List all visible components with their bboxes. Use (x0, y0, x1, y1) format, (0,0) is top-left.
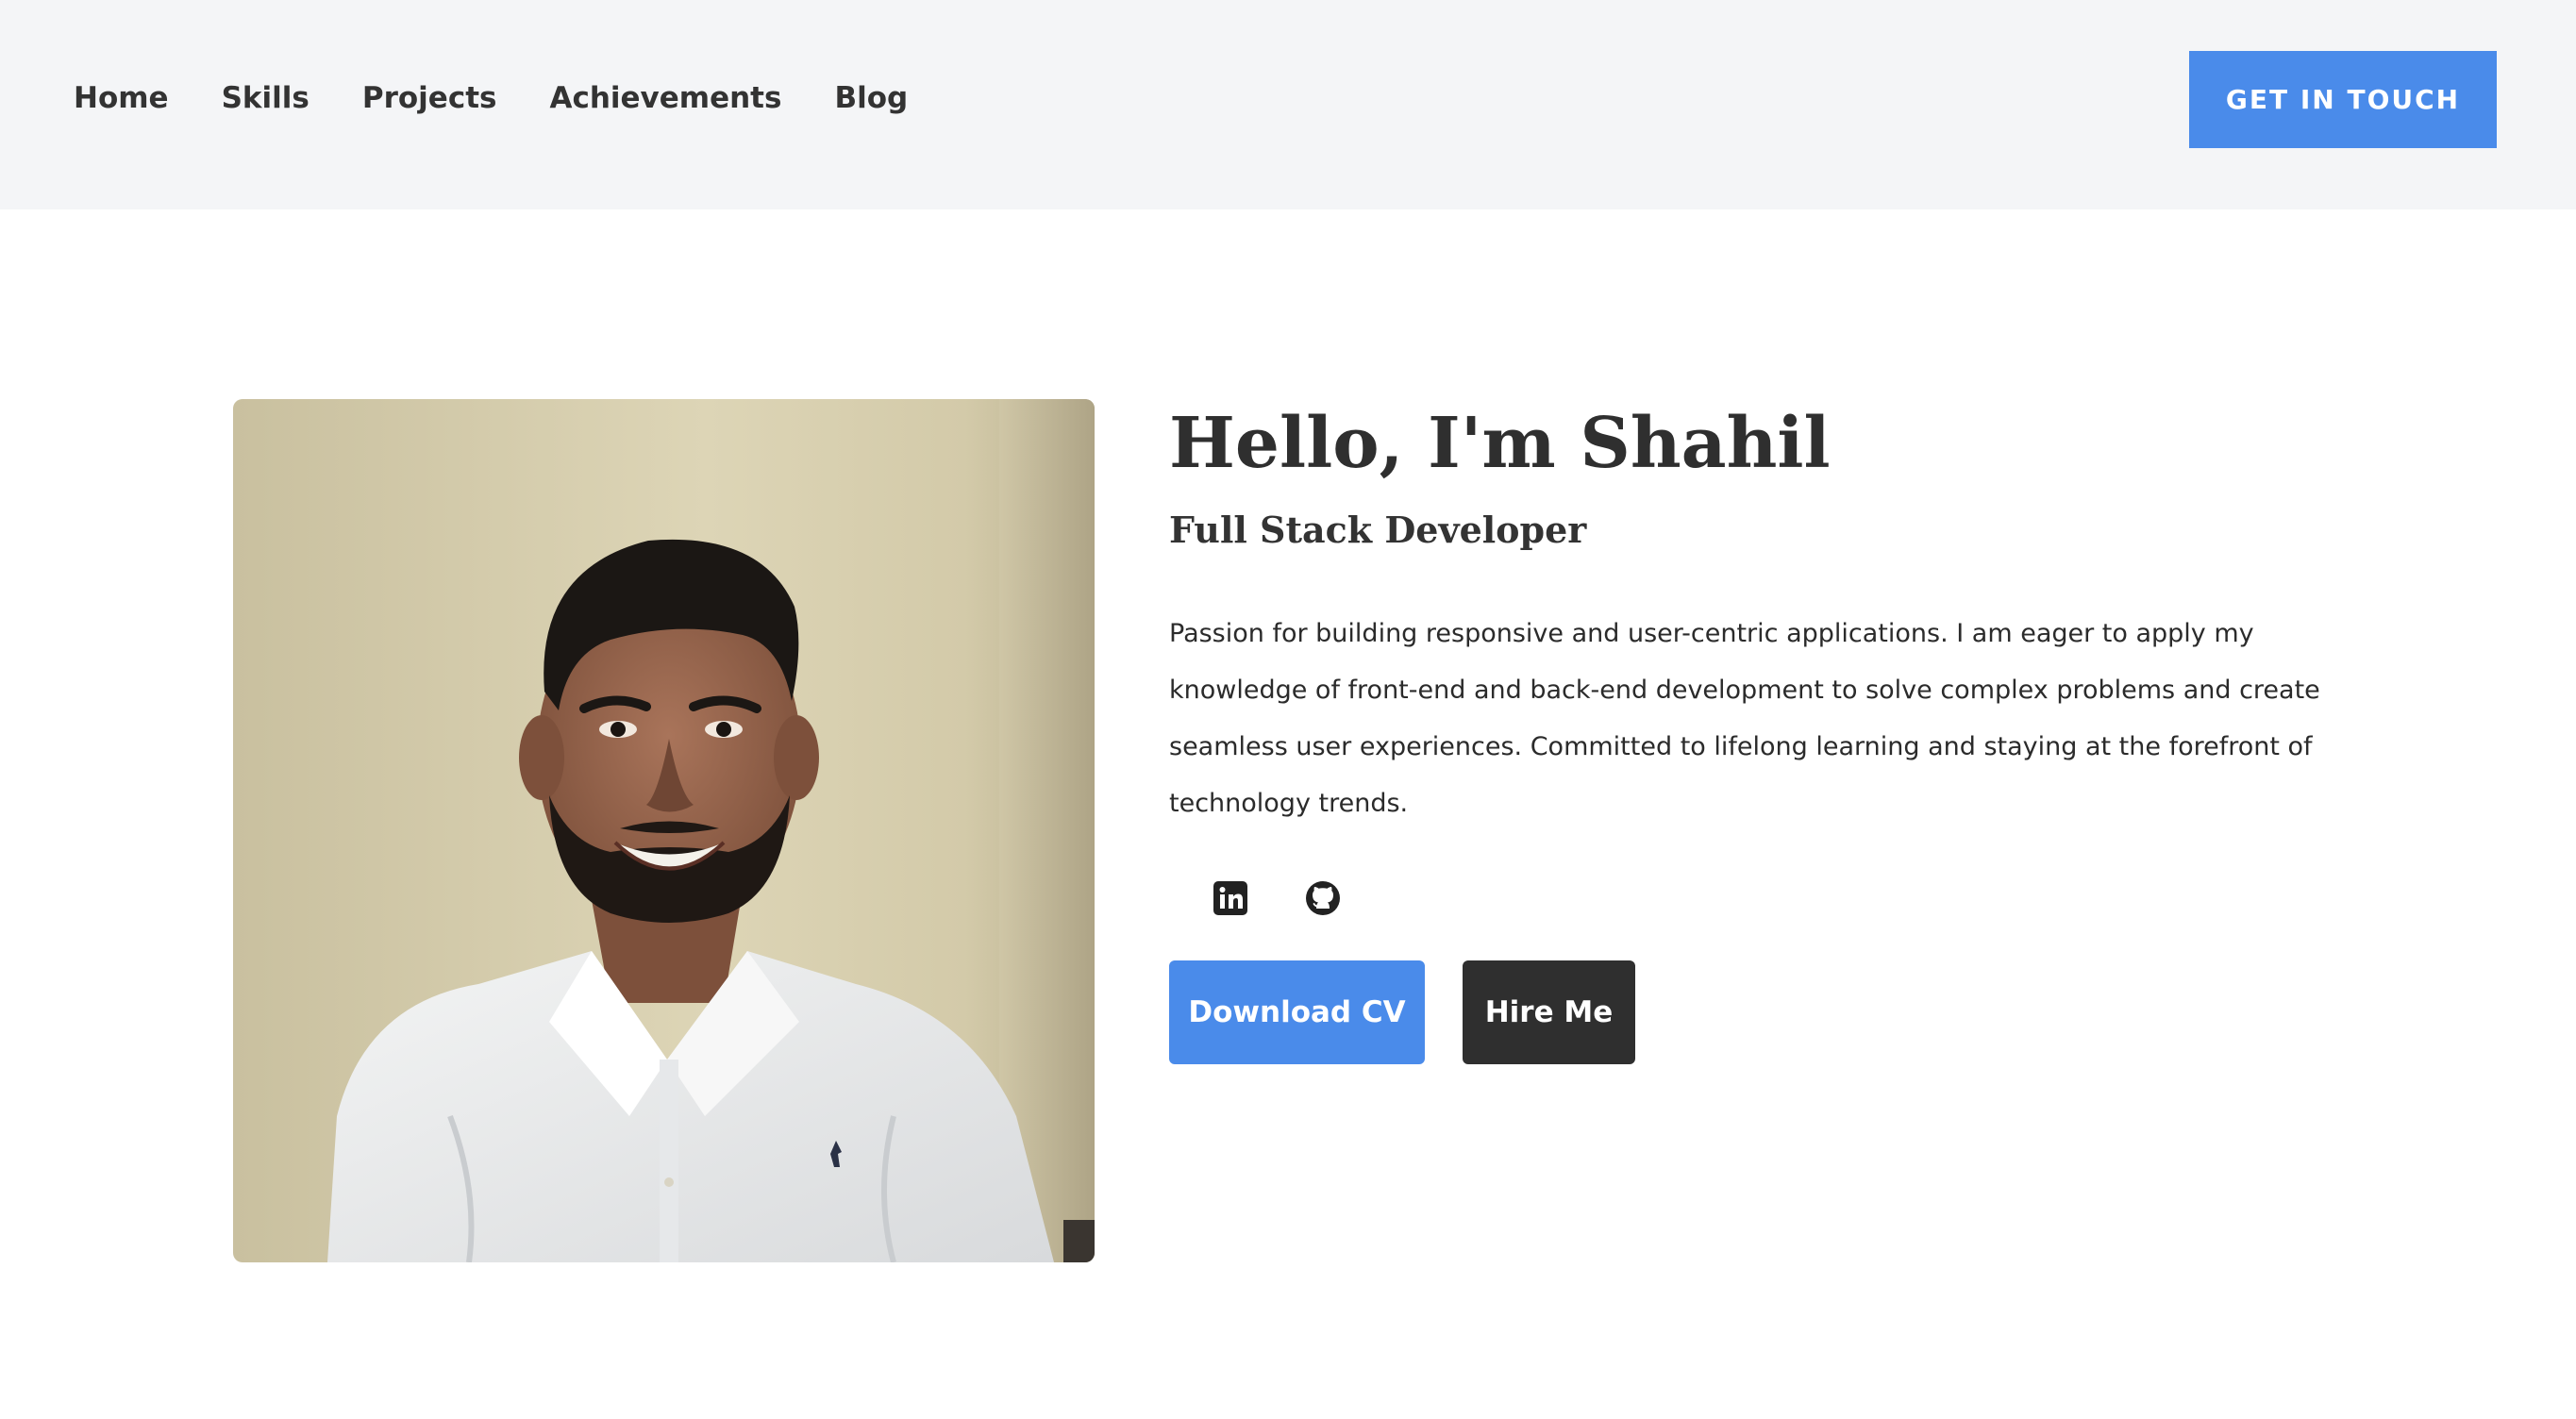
page-title: Hello, I'm Shahil (1169, 403, 1831, 484)
nav-link-home[interactable]: Home (74, 81, 169, 115)
profile-photo (233, 399, 1095, 1262)
nav-link-projects[interactable]: Projects (362, 81, 497, 115)
nav-link-blog[interactable]: Blog (834, 81, 908, 115)
linkedin-icon (1213, 881, 1247, 919)
bio-text: Passion for building responsive and user… (1169, 619, 2320, 818)
hire-me-button[interactable]: Hire Me (1463, 960, 1635, 1064)
hero-actions: Download CV Hire Me (1169, 960, 2330, 1064)
download-cv-button[interactable]: Download CV (1169, 960, 1425, 1064)
github-icon (1304, 879, 1342, 921)
main-nav: Home Skills Projects Achievements Blog (74, 0, 961, 196)
social-links (1211, 874, 2330, 927)
get-in-touch-button[interactable]: GET IN TOUCH (2189, 51, 2497, 148)
job-title: Full Stack Developer (1169, 509, 1587, 551)
github-link[interactable] (1303, 880, 1343, 920)
nav-link-achievements[interactable]: Achievements (549, 81, 781, 115)
top-navigation-bar: Home Skills Projects Achievements Blog G… (0, 0, 2576, 209)
hero-content: Hello, I'm Shahil Full Stack Developer P… (1169, 396, 2330, 1064)
linkedin-link[interactable] (1211, 880, 1250, 920)
nav-link-skills[interactable]: Skills (222, 81, 309, 115)
